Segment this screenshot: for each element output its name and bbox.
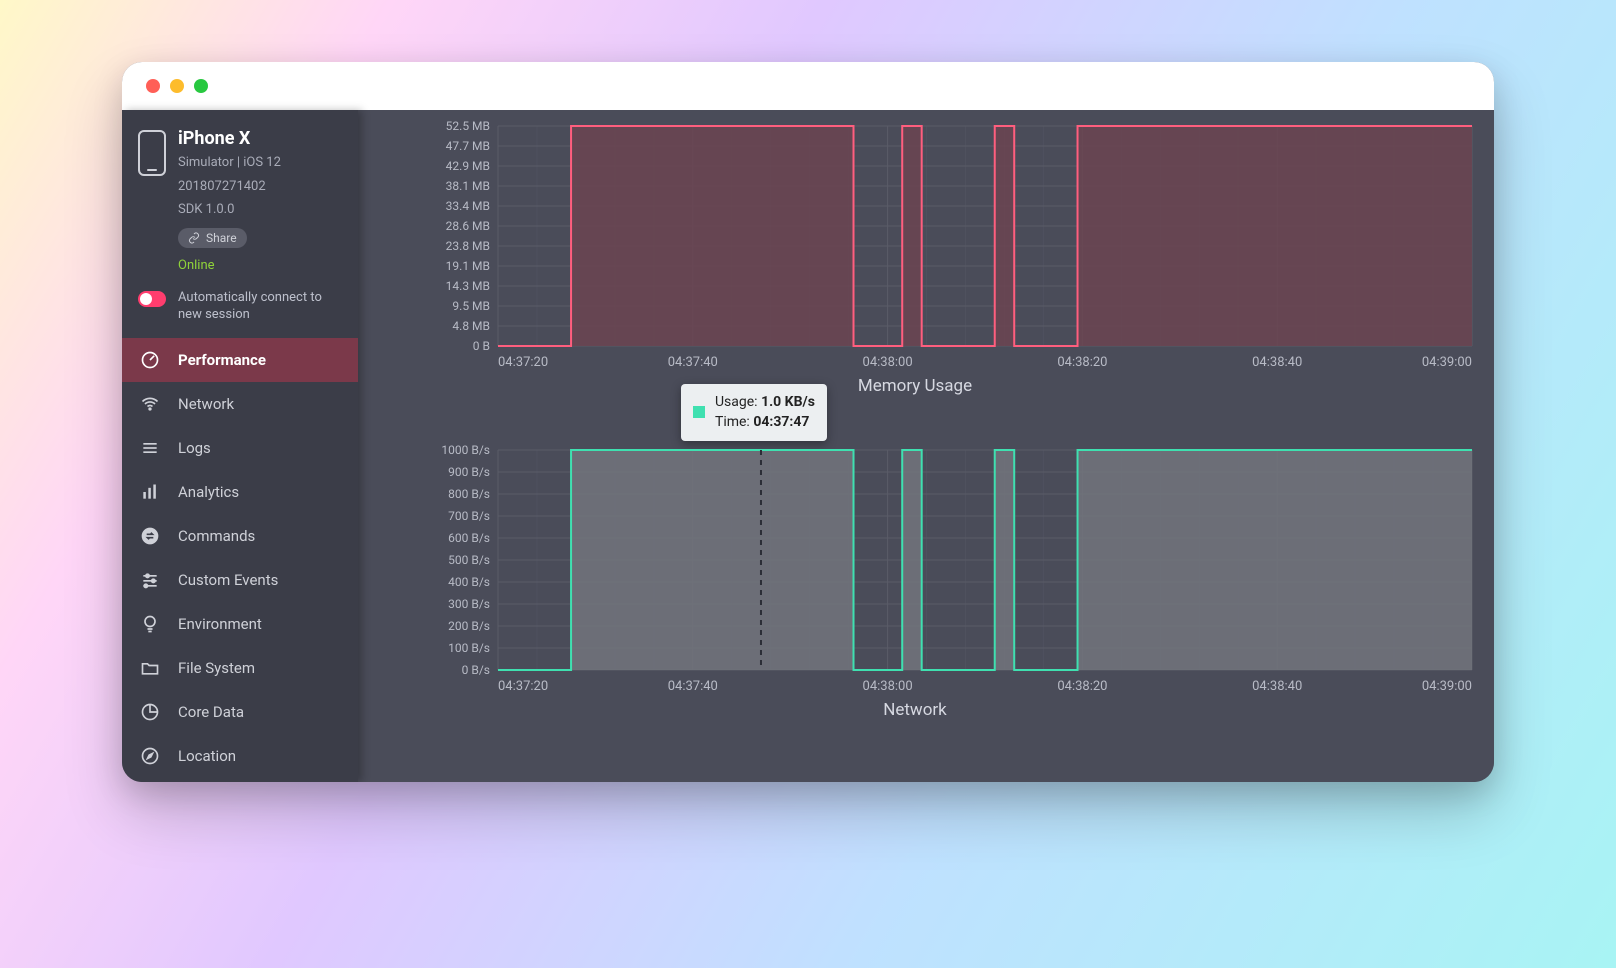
window-close-button[interactable]: [146, 79, 160, 93]
main-panel: 0 B 4.8 MB 9.5 MB 14.3 MB 19.1 MB 23.8 MB 28.6…: [358, 110, 1494, 782]
svg-text:4.8 MB: 4.8 MB: [452, 319, 490, 333]
sidebar: iPhone X Simulator | iOS 12 201807271402…: [122, 110, 358, 782]
piechart-icon: [140, 702, 160, 722]
device-status: Online: [178, 258, 281, 273]
sidebar-item-custom-events[interactable]: Custom Events: [122, 558, 358, 602]
sidebar-item-environment[interactable]: Environment: [122, 602, 358, 646]
svg-text:47.7 MB: 47.7 MB: [446, 139, 490, 153]
auto-connect-label: Automatically connect to new session: [178, 289, 342, 324]
svg-text:14.3 MB: 14.3 MB: [446, 279, 490, 293]
svg-text:04:38:20: 04:38:20: [1057, 679, 1107, 694]
network-svg[interactable]: 0 B/s 100 B/s 200 B/s 300 B/s 400 B/s 500 B/s…: [422, 440, 1478, 698]
svg-text:38.1 MB: 38.1 MB: [446, 179, 490, 193]
svg-text:1000 B/s: 1000 B/s: [441, 443, 490, 457]
window-titlebar: [122, 62, 1494, 110]
folder-icon: [140, 658, 160, 678]
sidebar-item-label: Core Data: [178, 703, 244, 721]
sidebar-item-label: Custom Events: [178, 571, 278, 589]
svg-text:33.4 MB: 33.4 MB: [446, 199, 490, 213]
svg-text:700 B/s: 700 B/s: [448, 509, 490, 523]
lines-icon: [140, 438, 160, 458]
link-icon: [188, 232, 200, 244]
chart-tooltip: Usage: 1.0 KB/s Time: 04:37:47: [681, 384, 827, 441]
svg-text:04:38:40: 04:38:40: [1252, 679, 1302, 694]
svg-text:04:38:20: 04:38:20: [1057, 355, 1107, 370]
svg-text:9.5 MB: 9.5 MB: [452, 299, 490, 313]
svg-text:04:37:40: 04:37:40: [668, 355, 718, 370]
gauge-icon: [140, 350, 160, 370]
svg-text:04:37:20: 04:37:20: [498, 355, 548, 370]
tooltip-time-label: Time:: [715, 414, 750, 430]
sidebar-nav: Performance Network Logs Analytics Commands C…: [122, 338, 358, 782]
device-name: iPhone X: [178, 128, 281, 149]
device-sdk: SDK 1.0.0: [178, 200, 281, 220]
svg-text:500 B/s: 500 B/s: [448, 553, 490, 567]
tooltip-usage-label: Usage:: [715, 394, 758, 410]
compass-icon: [140, 746, 160, 766]
svg-text:52.5 MB: 52.5 MB: [446, 119, 490, 133]
network-chart: 0 B/s 100 B/s 200 B/s 300 B/s 400 B/s 500 B/s…: [422, 440, 1472, 698]
share-button[interactable]: Share: [178, 228, 247, 248]
sidebar-item-analytics[interactable]: Analytics: [122, 470, 358, 514]
sidebar-item-core-data[interactable]: Core Data: [122, 690, 358, 734]
svg-text:42.9 MB: 42.9 MB: [446, 159, 490, 173]
bulb-icon: [140, 614, 160, 634]
svg-text:04:38:40: 04:38:40: [1252, 355, 1302, 370]
device-header: iPhone X Simulator | iOS 12 201807271402…: [122, 110, 358, 287]
svg-text:04:39:00: 04:39:00: [1422, 679, 1472, 694]
bars-icon: [140, 482, 160, 502]
tooltip-time-value: 04:37:47: [753, 414, 809, 430]
window-zoom-button[interactable]: [194, 79, 208, 93]
auto-connect-toggle[interactable]: [138, 291, 166, 307]
sidebar-item-label: Environment: [178, 615, 262, 633]
svg-text:400 B/s: 400 B/s: [448, 575, 490, 589]
sidebar-item-label: Location: [178, 747, 236, 765]
svg-text:300 B/s: 300 B/s: [448, 597, 490, 611]
svg-text:23.8 MB: 23.8 MB: [446, 239, 490, 253]
window-minimize-button[interactable]: [170, 79, 184, 93]
svg-text:04:39:00: 04:39:00: [1422, 355, 1472, 370]
svg-text:04:38:00: 04:38:00: [863, 679, 913, 694]
svg-text:04:38:00: 04:38:00: [863, 355, 913, 370]
svg-text:900 B/s: 900 B/s: [448, 465, 490, 479]
device-subtitle: Simulator | iOS 12: [178, 153, 281, 173]
svg-text:200 B/s: 200 B/s: [448, 619, 490, 633]
network-chart-title: Network: [358, 700, 1472, 720]
svg-text:19.1 MB: 19.1 MB: [446, 259, 490, 273]
device-phone-icon: [138, 130, 166, 176]
svg-text:28.6 MB: 28.6 MB: [446, 219, 490, 233]
sliders-icon: [140, 570, 160, 590]
sidebar-item-performance[interactable]: Performance: [122, 338, 358, 382]
sidebar-item-location[interactable]: Location: [122, 734, 358, 778]
share-label: Share: [206, 231, 237, 245]
tooltip-usage-value: 1.0 KB/s: [761, 394, 815, 410]
sidebar-item-label: Commands: [178, 527, 255, 545]
svg-text:0 B: 0 B: [473, 339, 490, 353]
svg-text:800 B/s: 800 B/s: [448, 487, 490, 501]
swap-icon: [140, 526, 160, 546]
svg-text:04:37:20: 04:37:20: [498, 679, 548, 694]
tooltip-swatch: [693, 406, 705, 418]
sidebar-item-commands[interactable]: Commands: [122, 514, 358, 558]
sidebar-item-notification-center[interactable]: Notification Center: [122, 778, 358, 782]
sidebar-item-network[interactable]: Network: [122, 382, 358, 426]
memory-svg[interactable]: 0 B 4.8 MB 9.5 MB 14.3 MB 19.1 MB 23.8 MB 28.6…: [422, 116, 1478, 374]
device-build: 201807271402: [178, 177, 281, 197]
memory-chart: 0 B 4.8 MB 9.5 MB 14.3 MB 19.1 MB 23.8 MB 28.6…: [422, 116, 1472, 374]
sidebar-item-logs[interactable]: Logs: [122, 426, 358, 470]
sidebar-item-label: Performance: [178, 351, 266, 369]
memory-chart-title: Memory Usage: [358, 376, 1472, 396]
sidebar-item-label: Logs: [178, 439, 211, 457]
wifi-icon: [140, 394, 160, 414]
sidebar-item-label: Network: [178, 395, 234, 413]
svg-text:0 B/s: 0 B/s: [462, 663, 490, 677]
svg-text:100 B/s: 100 B/s: [448, 641, 490, 655]
app-window: iPhone X Simulator | iOS 12 201807271402…: [122, 62, 1494, 782]
sidebar-item-label: Analytics: [178, 483, 239, 501]
sidebar-item-label: File System: [178, 659, 255, 677]
sidebar-item-file-system[interactable]: File System: [122, 646, 358, 690]
svg-text:04:37:40: 04:37:40: [668, 679, 718, 694]
svg-text:600 B/s: 600 B/s: [448, 531, 490, 545]
